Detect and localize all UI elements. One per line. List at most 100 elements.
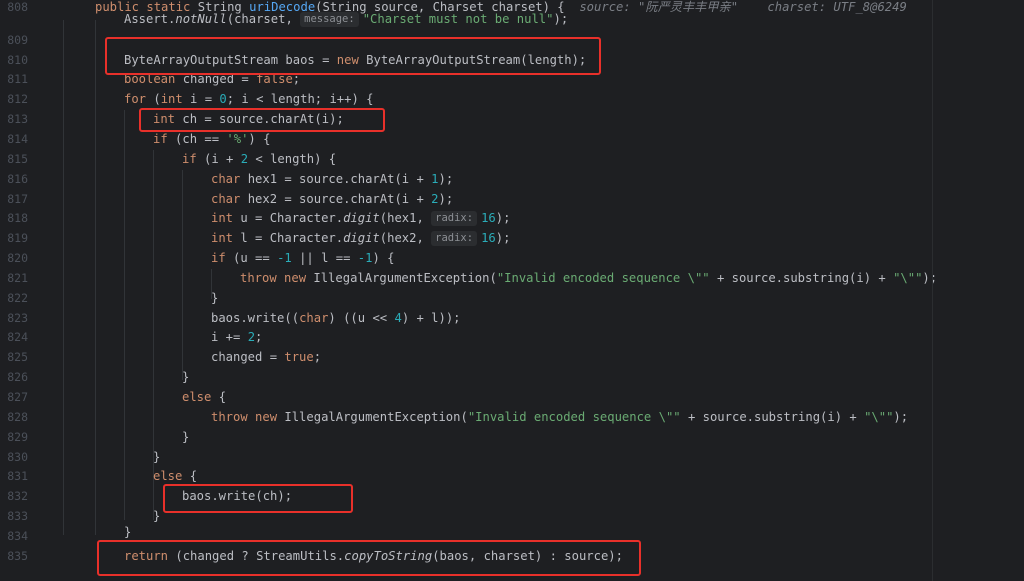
code-text: );: [495, 211, 511, 226]
line-number: 810: [7, 52, 28, 67]
keyword: else: [153, 469, 183, 484]
code-text: {: [182, 469, 198, 484]
code-text: ; i < length; i++) {: [226, 92, 374, 107]
number-literal: 16: [481, 231, 496, 246]
code-line-823[interactable]: baos.write((char) ((u << 4) + l));: [211, 309, 461, 329]
line-number: 829: [7, 429, 28, 444]
line-number: 815: [7, 151, 28, 166]
string-literal: "Invalid encoded sequence \"": [496, 270, 710, 285]
code-line-825[interactable]: changed = true;: [211, 348, 321, 368]
line-number: 820: [7, 251, 28, 265]
vertical-scrollbar[interactable]: [1006, 0, 1024, 581]
code-text: );: [922, 270, 938, 285]
line-number: 826: [7, 370, 28, 385]
line-number: 831: [7, 469, 28, 484]
code-text: );: [438, 171, 454, 186]
code-text: (: [146, 92, 161, 107]
keyword: int: [211, 211, 234, 226]
method-name: digit: [343, 231, 380, 246]
line-number: 825: [7, 350, 28, 365]
line-number: 818: [7, 211, 28, 226]
number-literal: -1: [277, 251, 292, 265]
code-text: hex1 = source.charAt(i +: [240, 171, 432, 186]
highlight-box-baos-declaration: [105, 37, 601, 75]
code-line-814[interactable]: if (ch == '%') {: [153, 130, 270, 150]
code-line-assert[interactable]: Assert.notNull(charset, message: "Charset…: [124, 10, 568, 30]
debug-value-hint: charset: UTF_8@6249: [767, 0, 907, 14]
code-text: (hex2,: [379, 231, 432, 246]
line-number: 817: [7, 191, 28, 206]
code-editor[interactable]: 808 809 810 811 812 813 814 815 816 817 …: [0, 0, 1024, 581]
code-line-828[interactable]: throw new IllegalArgumentException("Inva…: [211, 408, 908, 428]
code-line-822[interactable]: }: [211, 289, 218, 309]
code-text: (hex1,: [379, 211, 432, 226]
code-text: changed =: [211, 350, 285, 365]
line-number: 816: [7, 171, 28, 186]
method-name: digit: [343, 211, 380, 226]
method-name: notNull: [175, 12, 227, 26]
code-text: IllegalArgumentException(: [277, 409, 468, 424]
line-number: 835: [7, 548, 28, 563]
code-text: u = Character.: [233, 211, 344, 226]
keyword: int: [211, 231, 234, 246]
line-number: 808: [7, 0, 28, 14]
right-margin-guide: [932, 0, 933, 581]
code-text: );: [438, 191, 454, 206]
code-line-816[interactable]: char hex1 = source.charAt(i + 1);: [211, 170, 453, 190]
code-line-817[interactable]: char hex2 = source.charAt(i + 2);: [211, 190, 453, 210]
code-line-815[interactable]: if (i + 2 < length) {: [182, 150, 336, 170]
code-line-821[interactable]: throw new IllegalArgumentException("Inva…: [240, 269, 937, 289]
keyword: char: [211, 171, 241, 186]
line-number: 809: [7, 32, 28, 47]
code-text: i +=: [211, 330, 248, 345]
code-text: l = Character.: [233, 231, 344, 246]
code-line-820[interactable]: if (u == -1 || l == -1) {: [211, 249, 395, 269]
keyword: int: [160, 92, 183, 107]
code-text: );: [893, 409, 909, 424]
indent-guide: [63, 20, 64, 535]
param-hint: message:: [300, 12, 359, 27]
highlight-box-baos-write: [163, 484, 353, 513]
code-text: ;: [255, 330, 263, 345]
code-line-830[interactable]: }: [153, 448, 160, 468]
string-literal: "\"": [893, 270, 923, 285]
highlight-box-return: [97, 540, 641, 576]
keyword: new: [255, 409, 278, 424]
line-number: 821: [7, 270, 28, 285]
line-number: 823: [7, 310, 28, 325]
line-number: 819: [7, 231, 28, 246]
code-text: ) {: [248, 131, 271, 146]
code-line-818[interactable]: int u = Character.digit(hex1, radix: 16);: [211, 209, 510, 229]
line-number: 811: [7, 72, 28, 87]
line-number: 833: [7, 509, 28, 524]
indent-guide: [124, 110, 125, 520]
keyword: char: [211, 191, 241, 206]
keyword: new: [284, 270, 307, 285]
keyword: if: [153, 131, 168, 146]
code-line-819[interactable]: int l = Character.digit(hex2, radix: 16);: [211, 229, 510, 249]
string-literal: "\"": [864, 409, 894, 424]
keyword: if: [211, 251, 226, 265]
code-line-824[interactable]: i += 2;: [211, 328, 262, 348]
keyword: else: [182, 390, 212, 404]
indent-guide: [95, 20, 96, 535]
keyword: throw: [240, 270, 277, 285]
line-number: 827: [7, 390, 28, 404]
code-text: );: [495, 231, 511, 246]
number-literal: -1: [357, 251, 373, 265]
line-number-gutter[interactable]: 808 809 810 811 812 813 814 815 816 817 …: [0, 0, 60, 581]
number-literal: 2: [240, 151, 249, 166]
code-line-833[interactable]: }: [153, 507, 160, 527]
param-hint: radix:: [431, 211, 478, 227]
keyword: char: [299, 310, 329, 325]
code-line-827[interactable]: else {: [182, 388, 226, 408]
line-number: 814: [7, 131, 28, 146]
number-literal: 16: [481, 211, 496, 226]
number-literal: 4: [394, 310, 402, 325]
code-line-829[interactable]: }: [182, 428, 189, 448]
highlight-box-ch-declaration: [139, 108, 385, 132]
code-line-826[interactable]: }: [182, 368, 189, 388]
keyword: for: [124, 92, 147, 107]
code-text: (u ==: [225, 251, 278, 265]
code-text: hex2 = source.charAt(i +: [240, 191, 432, 206]
